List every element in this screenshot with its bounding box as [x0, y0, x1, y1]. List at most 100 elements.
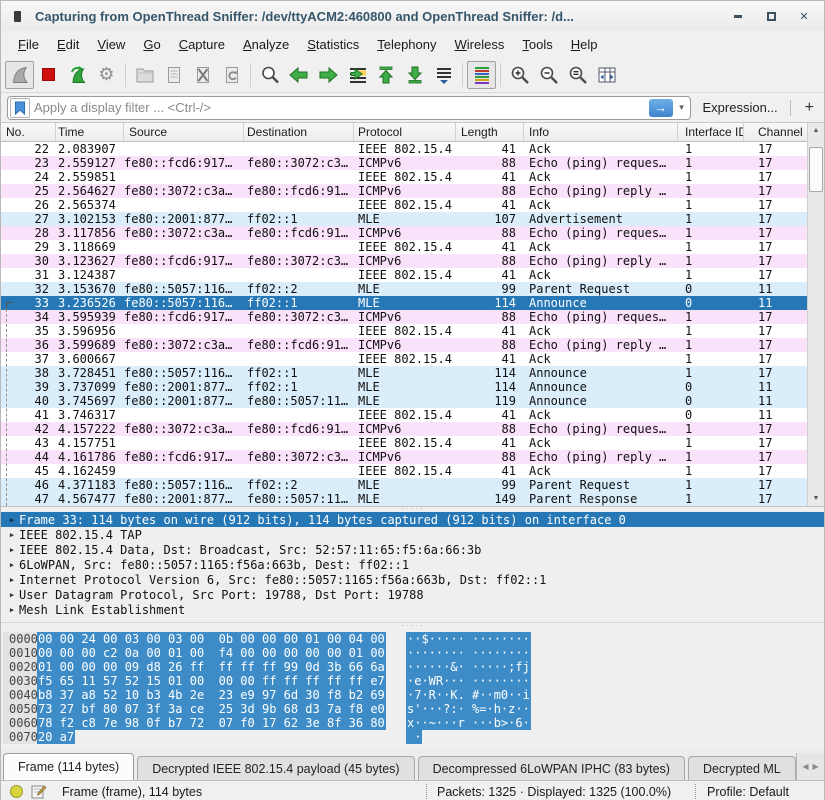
- colorize-packets-button[interactable]: [467, 61, 496, 89]
- display-filter-input[interactable]: [34, 100, 649, 115]
- scrollbar-thumb[interactable]: [809, 147, 823, 192]
- byte-tab[interactable]: Frame (114 bytes): [3, 753, 134, 780]
- packet-row[interactable]: 252.564627fe80::3072:c3a…fe80::fcd6:91…I…: [1, 184, 809, 198]
- column-header-no[interactable]: No.: [1, 123, 56, 141]
- capture-stop-button[interactable]: [34, 61, 63, 89]
- detail-row[interactable]: ▶Mesh Link Establishment: [1, 602, 824, 617]
- menu-go[interactable]: Go: [134, 34, 169, 55]
- packet-row[interactable]: 403.745697fe80::2001:877…fe80::5057:11…M…: [1, 394, 809, 408]
- go-back-button[interactable]: [284, 61, 313, 89]
- hex-bytes[interactable]: 78 f2 c8 7e 98 0f b7 72 07 f0 17 62 3e 8…: [37, 716, 386, 730]
- tab-scroll-left-icon[interactable]: ◀: [802, 762, 808, 771]
- packet-row[interactable]: 373.600667IEEE 802.15.441Ack117: [1, 352, 809, 366]
- go-last-packet-button[interactable]: [400, 61, 429, 89]
- hex-bytes[interactable]: f5 65 11 57 52 15 01 00 00 00 ff ff ff f…: [37, 674, 386, 688]
- menu-tools[interactable]: Tools: [513, 34, 561, 55]
- hex-row[interactable]: 007020 a7 ·: [1, 730, 824, 744]
- tab-scroll-right-icon[interactable]: ▶: [813, 762, 819, 771]
- expression-button[interactable]: Expression...: [703, 100, 778, 115]
- hex-bytes[interactable]: b8 37 a8 52 10 b3 4b 2e 23 e9 97 6d 30 f…: [37, 688, 386, 702]
- expand-triangle-icon[interactable]: ▶: [5, 606, 19, 614]
- file-reload-button[interactable]: [217, 61, 246, 89]
- capture-comment-icon[interactable]: [31, 784, 46, 799]
- column-header-time[interactable]: Time: [56, 123, 124, 141]
- hex-bytes[interactable]: 01 00 00 00 09 d8 26 ff ff ff ff 99 0d 3…: [37, 660, 386, 674]
- capture-restart-button[interactable]: [63, 61, 92, 89]
- resize-columns-button[interactable]: [592, 61, 621, 89]
- detail-row[interactable]: ▶User Datagram Protocol, Src Port: 19788…: [1, 587, 824, 602]
- menu-capture[interactable]: Capture: [170, 34, 234, 55]
- apply-filter-button[interactable]: →: [649, 99, 673, 117]
- go-first-packet-button[interactable]: [371, 61, 400, 89]
- hex-row[interactable]: 002001 00 00 00 09 d8 26 ff ff ff ff 99 …: [1, 660, 824, 674]
- packet-row[interactable]: 343.595939fe80::fcd6:917…fe80::3072:c3…I…: [1, 310, 809, 324]
- expert-info-icon[interactable]: [10, 785, 23, 798]
- expand-triangle-icon[interactable]: ▶: [5, 591, 19, 599]
- expand-triangle-icon[interactable]: ▶: [5, 516, 19, 524]
- column-header-source[interactable]: Source: [124, 123, 244, 141]
- hex-bytes[interactable]: 00 00 24 00 03 00 03 00 0b 00 00 00 01 0…: [37, 632, 386, 646]
- auto-scroll-button[interactable]: [429, 61, 458, 89]
- go-forward-button[interactable]: [313, 61, 342, 89]
- column-header-interface-id[interactable]: Interface ID: [678, 123, 744, 141]
- packet-row[interactable]: 273.102153fe80::2001:877…ff02::1MLE107Ad…: [1, 212, 809, 226]
- file-close-button[interactable]: [188, 61, 217, 89]
- byte-tab[interactable]: Decrypted IEEE 802.15.4 payload (45 byte…: [137, 756, 414, 780]
- hex-ascii[interactable]: x··~···r ···b>·6·: [406, 716, 531, 730]
- scroll-up-icon[interactable]: ▲: [808, 123, 824, 138]
- hex-bytes[interactable]: 00 00 00 c2 0a 00 01 00 f4 00 00 00 00 0…: [37, 646, 386, 660]
- expand-triangle-icon[interactable]: ▶: [5, 546, 19, 554]
- packet-row[interactable]: 353.596956IEEE 802.15.441Ack117: [1, 324, 809, 338]
- menu-view[interactable]: View: [88, 34, 134, 55]
- capture-options-button[interactable]: ⚙: [92, 61, 121, 89]
- byte-tab[interactable]: Decompressed 6LoWPAN IPHC (83 bytes): [418, 756, 685, 780]
- packet-row[interactable]: 383.728451fe80::5057:116…ff02::1MLE114An…: [1, 366, 809, 380]
- close-button[interactable]: ✕: [798, 10, 810, 22]
- packet-row[interactable]: 262.565374IEEE 802.15.441Ack117: [1, 198, 809, 212]
- packet-row[interactable]: 424.157222fe80::3072:c3a…fe80::fcd6:91…I…: [1, 422, 809, 436]
- find-packet-button[interactable]: [255, 61, 284, 89]
- zoom-in-button[interactable]: [505, 61, 534, 89]
- file-open-button[interactable]: [130, 61, 159, 89]
- menu-telephony[interactable]: Telephony: [368, 34, 445, 55]
- detail-row[interactable]: ▶IEEE 802.15.4 Data, Dst: Broadcast, Src…: [1, 542, 824, 557]
- column-header-channel[interactable]: Channel: [744, 123, 809, 141]
- column-header-length[interactable]: Length: [456, 123, 524, 141]
- column-header-protocol[interactable]: Protocol: [354, 123, 456, 141]
- hex-ascii[interactable]: ··$····· ········: [406, 632, 531, 646]
- detail-row[interactable]: ▶6LoWPAN, Src: fe80::5057:1165:f56a:663b…: [1, 557, 824, 572]
- packet-row[interactable]: 474.567477fe80::2001:877…fe80::5057:11…M…: [1, 492, 809, 506]
- hex-bytes[interactable]: 73 27 bf 80 07 3f 3a ce 25 3d 9b 68 d3 7…: [37, 702, 386, 716]
- byte-tab[interactable]: Decrypted ML: [688, 756, 796, 780]
- detail-row[interactable]: ▶Internet Protocol Version 6, Src: fe80:…: [1, 572, 824, 587]
- hex-bytes[interactable]: 20 a7: [37, 730, 75, 744]
- expand-triangle-icon[interactable]: ▶: [5, 531, 19, 539]
- file-save-button[interactable]: [159, 61, 188, 89]
- packet-row[interactable]: 464.371183fe80::5057:116…ff02::2MLE99Par…: [1, 478, 809, 492]
- column-header-destination[interactable]: Destination: [244, 123, 354, 141]
- packet-row[interactable]: 434.157751IEEE 802.15.441Ack117: [1, 436, 809, 450]
- packet-row[interactable]: 293.118669IEEE 802.15.441Ack117: [1, 240, 809, 254]
- minimize-button[interactable]: [732, 10, 744, 22]
- capture-start-button[interactable]: [5, 61, 34, 89]
- hex-row[interactable]: 005073 27 bf 80 07 3f 3a ce 25 3d 9b 68 …: [1, 702, 824, 716]
- menu-analyze[interactable]: Analyze: [234, 34, 298, 55]
- packet-row[interactable]: 363.599689fe80::3072:c3a…fe80::fcd6:91…I…: [1, 338, 809, 352]
- hex-row[interactable]: 0040b8 37 a8 52 10 b3 4b 2e 23 e9 97 6d …: [1, 688, 824, 702]
- hex-row[interactable]: 001000 00 00 c2 0a 00 01 00 f4 00 00 00 …: [1, 646, 824, 660]
- menu-edit[interactable]: Edit: [48, 34, 88, 55]
- hex-ascii[interactable]: ······&· ·····;fj: [406, 660, 531, 674]
- zoom-reset-button[interactable]: [563, 61, 592, 89]
- menu-file[interactable]: File: [9, 34, 48, 55]
- packet-row[interactable]: 444.161786fe80::fcd6:917…fe80::3072:c3…I…: [1, 450, 809, 464]
- add-filter-button[interactable]: +: [801, 99, 818, 117]
- menu-wireless[interactable]: Wireless: [446, 34, 514, 55]
- packet-row[interactable]: 323.153670fe80::5057:116…ff02::2MLE99Par…: [1, 282, 809, 296]
- packet-list-scrollbar[interactable]: ▲ ▼: [807, 123, 824, 506]
- expand-triangle-icon[interactable]: ▶: [5, 576, 19, 584]
- hex-ascii[interactable]: ········ ········: [406, 646, 531, 660]
- packet-row[interactable]: 222.083907IEEE 802.15.441Ack117: [1, 142, 809, 156]
- column-header-info[interactable]: Info: [524, 123, 678, 141]
- expand-triangle-icon[interactable]: ▶: [5, 561, 19, 569]
- packet-row[interactable]: 303.123627fe80::fcd6:917…fe80::3072:c3…I…: [1, 254, 809, 268]
